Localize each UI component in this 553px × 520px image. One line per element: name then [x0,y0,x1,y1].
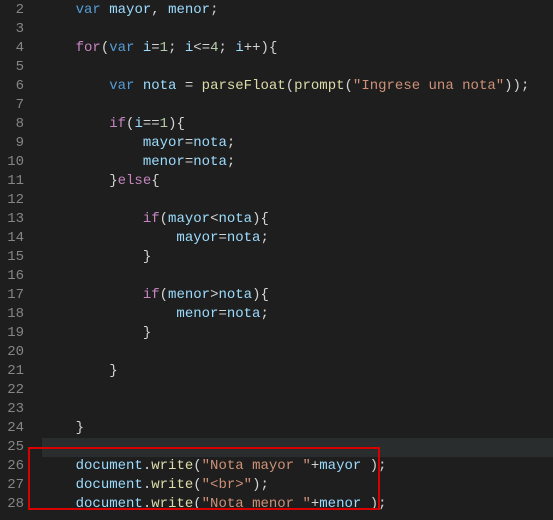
line-number: 12 [0,191,24,210]
line-number: 14 [0,229,24,248]
line-number: 16 [0,267,24,286]
code-line[interactable] [42,20,553,39]
code-line[interactable] [42,381,553,400]
line-number: 7 [0,96,24,115]
code-line[interactable]: var nota = parseFloat(prompt("Ingrese un… [42,77,553,96]
code-line[interactable]: if(mayor<nota){ [42,210,553,229]
line-number: 18 [0,305,24,324]
line-number: 9 [0,134,24,153]
code-editor[interactable]: 2 3 4 5 6 7 8 9 10 11 12 13 14 15 16 17 … [0,0,553,520]
line-number: 25 [0,438,24,457]
code-line[interactable]: mayor=nota; [42,134,553,153]
line-number-gutter: 2 3 4 5 6 7 8 9 10 11 12 13 14 15 16 17 … [0,0,34,520]
code-line[interactable] [42,267,553,286]
code-line[interactable]: document.write("<br>"); [42,476,553,495]
line-number: 17 [0,286,24,305]
code-line[interactable] [42,96,553,115]
code-line[interactable]: mayor=nota; [42,229,553,248]
code-line[interactable] [42,58,553,77]
line-number: 4 [0,39,24,58]
line-number: 26 [0,457,24,476]
code-line[interactable]: menor=nota; [42,153,553,172]
code-line[interactable] [42,400,553,419]
line-number: 24 [0,419,24,438]
line-number: 10 [0,153,24,172]
line-number: 23 [0,400,24,419]
code-area[interactable]: var mayor, menor; for(var i=1; i<=4; i++… [34,0,553,520]
code-line[interactable]: var mayor, menor; [42,1,553,20]
line-number: 21 [0,362,24,381]
code-line[interactable]: } [42,362,553,381]
line-number: 15 [0,248,24,267]
line-number: 20 [0,343,24,362]
code-line[interactable]: document.write("Nota menor "+menor ); [42,495,553,514]
line-number: 3 [0,20,24,39]
line-number: 5 [0,58,24,77]
code-line[interactable] [42,343,553,362]
code-line[interactable]: document.write("Nota mayor "+mayor ); [42,457,553,476]
code-line[interactable]: if(i==1){ [42,115,553,134]
line-number: 22 [0,381,24,400]
line-number: 13 [0,210,24,229]
code-line[interactable]: } [42,248,553,267]
code-line[interactable]: } [42,324,553,343]
code-line[interactable]: menor=nota; [42,305,553,324]
code-line[interactable]: for(var i=1; i<=4; i++){ [42,39,553,58]
line-number: 28 [0,495,24,514]
line-number: 27 [0,476,24,495]
code-line[interactable] [42,191,553,210]
line-number: 19 [0,324,24,343]
line-number: 8 [0,115,24,134]
code-line[interactable]: if(menor>nota){ [42,286,553,305]
code-line[interactable]: }else{ [42,172,553,191]
line-number: 2 [0,1,24,20]
code-line-active[interactable] [42,438,553,457]
line-number: 6 [0,77,24,96]
code-line[interactable]: } [42,419,553,438]
line-number: 11 [0,172,24,191]
